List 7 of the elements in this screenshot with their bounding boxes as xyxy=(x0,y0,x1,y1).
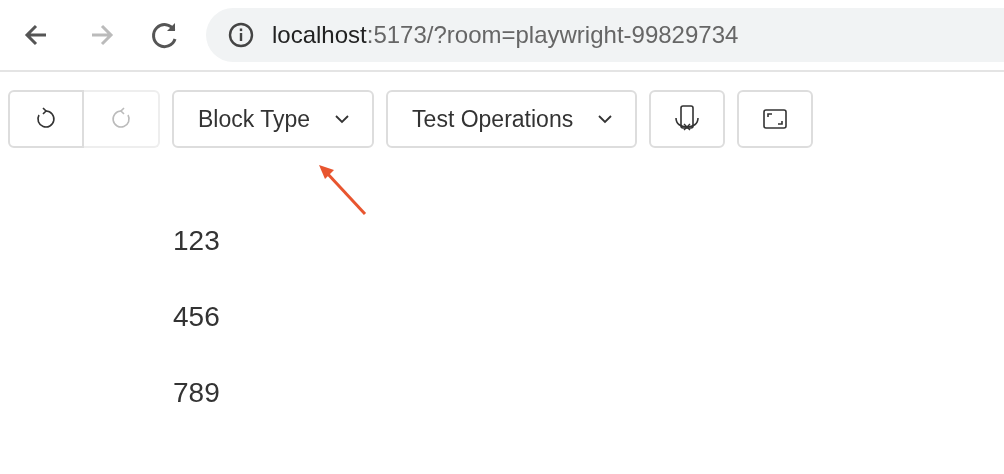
dropdown-button[interactable]: Test Operations xyxy=(386,90,638,148)
paragraph-text: 456 xyxy=(173,300,221,334)
url-text: localhost:5173/?room=playwright-99829734 xyxy=(272,21,739,49)
address-bar[interactable]: localhost:5173/?room=playwright-99829734 xyxy=(206,8,1004,62)
paragraph-text: 123 xyxy=(173,224,221,258)
paragraph-text: 789 xyxy=(173,376,221,410)
dropdown-button[interactable]: Block Type xyxy=(172,90,375,148)
